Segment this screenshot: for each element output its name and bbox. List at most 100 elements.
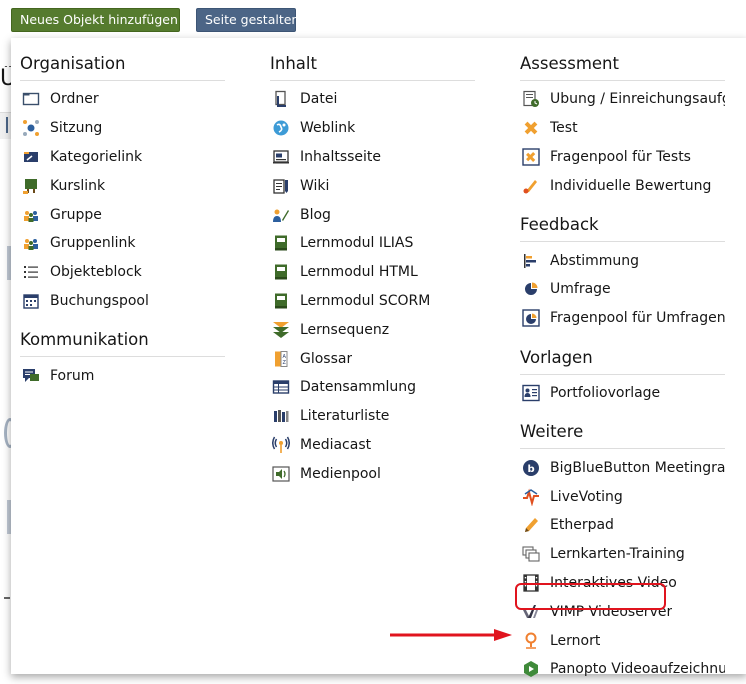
- menu-item-label: Lernmodul ILIAS: [300, 235, 414, 252]
- booking-pool-icon: [23, 294, 39, 309]
- menu-item-panopto[interactable]: Panopto Videoaufzeichnung: [520, 655, 725, 684]
- group-title-feedback: Feedback: [520, 209, 725, 243]
- caret-down-icon: [183, 18, 192, 23]
- course-link-icon: [23, 178, 37, 194]
- livevoting-icon: [523, 488, 539, 506]
- menu-item-individuelle-bewertung[interactable]: Individuelle Bewertung: [520, 171, 725, 200]
- menu-item-gruppenlink[interactable]: Gruppenlink: [20, 229, 225, 258]
- portfolio-template-icon: [522, 384, 540, 402]
- menu-item-vimp[interactable]: VIMP Videoserver: [520, 597, 725, 626]
- learning-sequence-icon: [273, 321, 289, 338]
- menu-item-lernkarten[interactable]: Lernkarten-Training: [520, 540, 725, 569]
- menu-item-label: BigBlueButton Meetingraum: [550, 459, 725, 476]
- menu-item-label: Blog: [300, 206, 331, 223]
- menu-item-label: Medienpool: [300, 465, 381, 482]
- menu-item-fragenpool-umfragen[interactable]: Fragenpool für Umfragen: [520, 304, 725, 333]
- menu-item-label: Buchungspool: [50, 292, 149, 309]
- menu-item-lernmodul-html[interactable]: Lernmodul HTML: [270, 258, 475, 287]
- menu-item-fragenpool-tests[interactable]: Fragenpool für Tests: [520, 143, 725, 172]
- menu-item-test[interactable]: Test: [520, 114, 725, 143]
- menu-item-label: Glossar: [300, 350, 353, 367]
- menu-item-medienpool[interactable]: Medienpool: [270, 459, 475, 488]
- menu-item-label: Lernsequenz: [300, 321, 390, 338]
- menu-item-label: Mediacast: [300, 436, 372, 453]
- menu-item-etherpad[interactable]: Etherpad: [520, 511, 725, 540]
- exercise-icon: [523, 91, 539, 108]
- menu-item-bigbluebutton[interactable]: b BigBlueButton Meetingraum: [520, 453, 725, 482]
- design-page-label: Seite gestalten: [205, 12, 300, 27]
- group-title-weitere: Weitere: [520, 416, 725, 450]
- menu-item-forum[interactable]: Forum: [20, 361, 225, 390]
- menu-item-label: Abstimmung: [550, 252, 640, 269]
- menu-item-umfrage[interactable]: Umfrage: [520, 275, 725, 304]
- background-decoration: [4, 597, 10, 599]
- add-object-label: Neues Objekt hinzufügen: [20, 12, 178, 27]
- menu-item-weblink[interactable]: Weblink: [270, 114, 475, 143]
- menu-item-glossar[interactable]: AZ Glossar: [270, 344, 475, 373]
- menu-item-label: VIMP Videoserver: [550, 603, 673, 620]
- menu-item-label: Objekteblock: [50, 264, 142, 281]
- menu-item-lernsequenz[interactable]: Lernsequenz: [270, 315, 475, 344]
- menu-item-inhaltsseite[interactable]: Inhaltsseite: [270, 143, 475, 172]
- group-title-kommunikation: Kommunikation: [20, 324, 225, 358]
- question-pool-icon: [522, 148, 540, 166]
- menu-item-kurslink[interactable]: Kurslink: [20, 171, 225, 200]
- design-page-button[interactable]: Seite gestalten: [196, 8, 300, 32]
- menu-item-label: Lernmodul SCORM: [300, 292, 431, 309]
- mediacast-icon: [272, 436, 290, 453]
- menu-item-interaktives-video[interactable]: Interaktives Video: [520, 569, 725, 598]
- menu-item-label: Forum: [50, 367, 95, 384]
- learning-module-icon: [275, 235, 287, 251]
- menu-item-objekteblock[interactable]: Objekteblock: [20, 258, 225, 287]
- menu-item-kategorielink[interactable]: Kategorielink: [20, 143, 225, 172]
- group-link-icon: [24, 239, 38, 251]
- menu-item-abstimmung[interactable]: Abstimmung: [520, 246, 725, 275]
- individual-assessment-icon: [523, 179, 537, 194]
- menu-item-portfoliovorlage[interactable]: Portfoliovorlage: [520, 379, 725, 408]
- add-object-button[interactable]: Neues Objekt hinzufügen: [11, 8, 192, 32]
- menu-item-label: Lernkarten-Training: [550, 546, 685, 563]
- menu-item-wiki[interactable]: Wiki: [270, 171, 475, 200]
- menu-item-livevoting[interactable]: LiveVoting: [520, 482, 725, 511]
- menu-column-3: Assessment Übung / Einreichungsaufgabe T…: [520, 38, 725, 684]
- menu-item-label: Sitzung: [50, 120, 103, 137]
- menu-item-datei[interactable]: Datei: [270, 85, 475, 114]
- menu-item-blog[interactable]: Blog: [270, 200, 475, 229]
- menu-item-uebung[interactable]: Übung / Einreichungsaufgabe: [520, 85, 725, 114]
- menu-item-label: Test: [550, 120, 578, 137]
- forum-icon: [23, 368, 39, 382]
- etherpad-icon: [525, 518, 538, 533]
- poll-icon: [524, 253, 536, 268]
- menu-item-sitzung[interactable]: Sitzung: [20, 114, 225, 143]
- menu-item-label: Lernmodul HTML: [300, 264, 418, 281]
- menu-column-2: Inhalt Datei Weblink Inhaltsseite Wiki B…: [270, 38, 475, 488]
- svg-text:Z: Z: [283, 360, 287, 366]
- menu-item-datensammlung[interactable]: Datensammlung: [270, 373, 475, 402]
- add-object-dropdown: Organisation Ordner Sitzung Kategorielin…: [11, 38, 746, 678]
- learning-module-html-icon: [275, 264, 287, 280]
- file-icon: [275, 91, 286, 108]
- media-pool-icon: [272, 466, 290, 482]
- menu-item-buchungspool[interactable]: Buchungspool: [20, 287, 225, 316]
- group-title-vorlagen: Vorlagen: [520, 342, 725, 375]
- menu-item-label: Kurslink: [50, 177, 106, 194]
- menu-item-label: Literaturliste: [300, 408, 390, 425]
- item-group-icon: [24, 266, 38, 279]
- interactive-video-icon: [523, 574, 539, 592]
- menu-item-ordner[interactable]: Ordner: [20, 85, 225, 114]
- menu-item-literaturliste[interactable]: Literaturliste: [270, 402, 475, 431]
- menu-item-lernmodul-scorm[interactable]: Lernmodul SCORM: [270, 287, 475, 316]
- menu-item-label: Kategorielink: [50, 148, 143, 165]
- menu-item-mediacast[interactable]: Mediacast: [270, 431, 475, 460]
- menu-item-label: Portfoliovorlage: [550, 384, 661, 401]
- red-arrow-icon: [390, 629, 512, 641]
- panopto-icon: [524, 661, 538, 678]
- menu-item-label: Individuelle Bewertung: [550, 177, 712, 194]
- wiki-icon: [273, 179, 288, 194]
- vimp-icon: [523, 604, 538, 618]
- glossary-icon: AZ: [275, 350, 288, 367]
- menu-item-gruppe[interactable]: Gruppe: [20, 200, 225, 229]
- menu-item-lernort[interactable]: Lernort: [520, 626, 725, 655]
- menu-item-lernmodul-ilias[interactable]: Lernmodul ILIAS: [270, 229, 475, 258]
- menu-item-label: Fragenpool für Umfragen: [550, 310, 725, 327]
